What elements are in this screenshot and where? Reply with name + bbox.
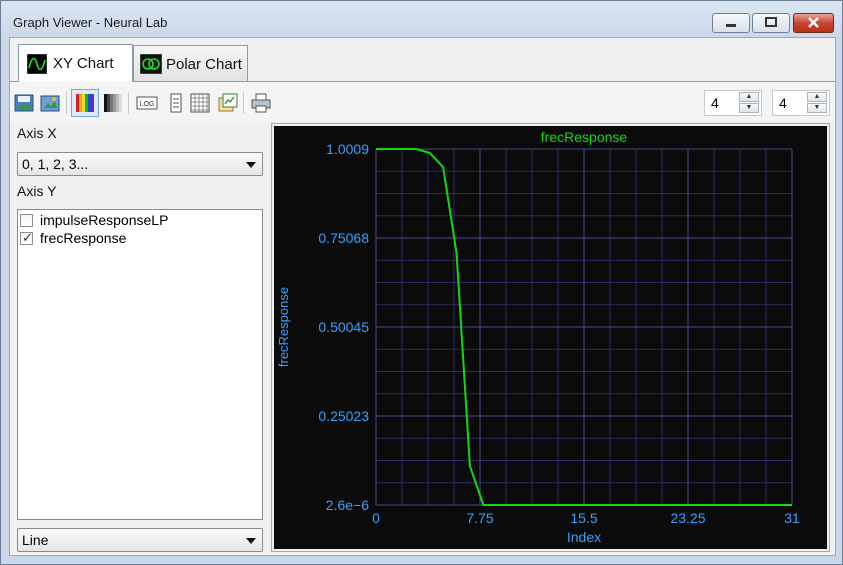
toolbar: LOG 4 ▲ ▼ 4 ▲ ▼ [10, 82, 835, 122]
spinner-2-down-button[interactable]: ▼ [807, 103, 827, 113]
axis-x-dropdown[interactable]: 0, 1, 2, 3... [17, 152, 263, 176]
x-tick-label: 0 [372, 510, 380, 526]
toolbar-separator [66, 92, 67, 114]
tab-xy-chart-label: XY Chart [53, 55, 114, 72]
log-scale-icon[interactable]: LOG [136, 93, 158, 113]
title-bar[interactable]: Graph Viewer - Neural Lab [1, 1, 842, 37]
window-title: Graph Viewer - Neural Lab [13, 15, 168, 30]
y-tick-label: 1.0009 [326, 141, 369, 157]
maximize-button[interactable] [752, 13, 790, 33]
x-axis-label: Index [567, 529, 601, 545]
spinner-2-value[interactable]: 4 [779, 95, 787, 111]
xy-chart-icon [27, 54, 47, 74]
plot-type-dropdown[interactable]: Line [17, 528, 263, 552]
maximize-icon [765, 17, 777, 27]
spinner-1-value[interactable]: 4 [711, 95, 719, 111]
spinner-2[interactable]: 4 ▲ ▼ [772, 90, 830, 116]
minimize-icon [726, 24, 736, 27]
plot-type-selected: Line [22, 532, 49, 548]
x-tick-label: 7.75 [466, 510, 493, 526]
axis-y-label: Axis Y [17, 183, 57, 199]
spinner-1[interactable]: 4 ▲ ▼ [704, 90, 762, 116]
color-palette-icon [76, 94, 94, 112]
copy-icon[interactable] [218, 93, 238, 113]
x-tick-label: 15.5 [570, 510, 597, 526]
chart-background [274, 126, 827, 549]
chart-title: frecResponse [541, 129, 628, 145]
x-tick-label: 23.25 [670, 510, 705, 526]
y-axis-label: frecResponse [276, 287, 291, 367]
scale-icon[interactable] [166, 93, 186, 113]
close-icon [808, 17, 819, 28]
client-area: XY Chart Polar Chart LOG 4 ▲ ▼ 4 ▲ ▼ Axi… [9, 37, 836, 556]
xy-chart[interactable]: frecResponse 0 7.75 15.5 23.25 31 1.0009 0.7506… [274, 126, 827, 549]
chart-panel: frecResponse 0 7.75 15.5 23.25 31 1.0009 0.7506… [271, 123, 830, 552]
minimize-button[interactable] [712, 13, 750, 33]
chevron-down-icon [246, 162, 256, 168]
tab-xy-chart[interactable]: XY Chart [18, 44, 133, 82]
spinner-2-up-button[interactable]: ▲ [807, 92, 827, 102]
chevron-down-icon [246, 538, 256, 544]
print-icon[interactable] [251, 93, 271, 113]
x-tick-label: 31 [784, 510, 800, 526]
color-palette-button[interactable] [71, 89, 99, 117]
spinner-1-up-button[interactable]: ▲ [739, 92, 759, 102]
axis-x-label: Axis X [17, 125, 57, 141]
y-tick-label: 0.75068 [318, 230, 369, 246]
list-item-label: frecResponse [40, 230, 127, 246]
y-tick-label: 2.6e−6 [326, 497, 369, 513]
close-button[interactable] [793, 13, 834, 33]
y-tick-label: 0.50045 [318, 319, 369, 335]
axis-x-selected: 0, 1, 2, 3... [22, 156, 89, 172]
checkbox-impulse-response[interactable] [20, 214, 33, 227]
checkbox-frec-response[interactable]: ✓ [20, 230, 33, 245]
toolbar-separator [128, 92, 129, 114]
tab-polar-chart-label: Polar Chart [166, 56, 242, 73]
y-tick-label: 0.25023 [318, 408, 369, 424]
graph-viewer-window: Graph Viewer - Neural Lab XY Chart Polar… [0, 0, 843, 565]
toolbar-separator [243, 92, 244, 114]
list-item-label: impulseResponseLP [40, 212, 169, 228]
svg-text:LOG: LOG [140, 101, 155, 108]
spinner-1-down-button[interactable]: ▼ [739, 103, 759, 113]
export-icon[interactable] [40, 93, 60, 113]
grayscale-icon[interactable] [103, 93, 123, 113]
save-icon[interactable] [14, 93, 34, 113]
grid-icon[interactable] [190, 93, 210, 113]
polar-chart-icon [140, 54, 162, 74]
axis-y-list[interactable]: impulseResponseLP ✓ frecResponse [17, 209, 263, 520]
checkmark-icon: ✓ [22, 230, 33, 245]
tab-polar-chart[interactable]: Polar Chart [133, 45, 248, 81]
